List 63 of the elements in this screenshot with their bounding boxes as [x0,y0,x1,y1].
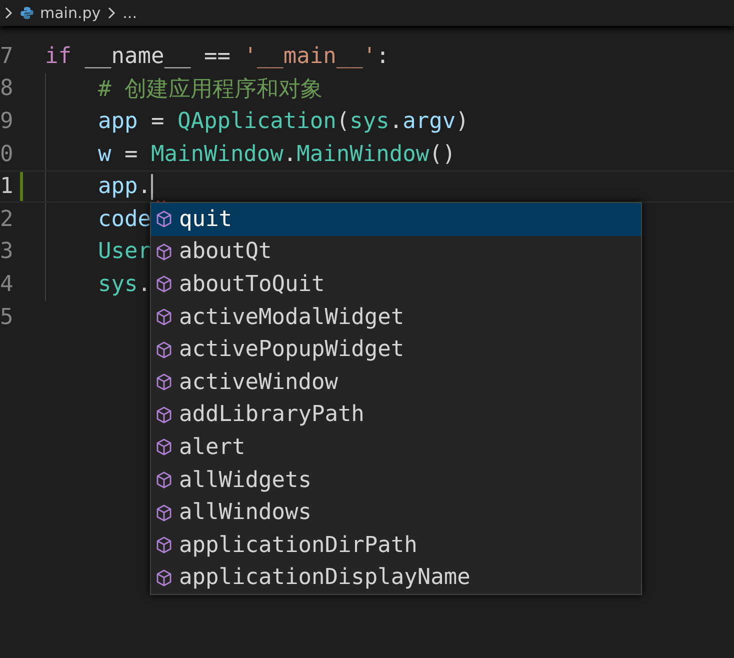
code-token: User [98,239,151,264]
python-icon [20,6,34,20]
chevron-icon[interactable] [4,6,14,20]
code-token: MainWindow [150,142,284,167]
line-number: 2 [0,206,14,232]
code-token: ) [456,108,469,134]
code-token: app [98,174,138,200]
suggestion-item[interactable]: applicationDisplayName [151,562,641,594]
suggestion-item[interactable]: alert [151,431,641,464]
suggestion-item[interactable]: aboutToQuit [151,268,641,301]
line-number: 5 [0,304,14,330]
code-token: : [376,44,390,69]
line-number: 4 [0,272,14,297]
breadcrumb-item[interactable]: main.py [40,4,101,22]
suggestion-item[interactable]: activeWindow [151,366,641,399]
code-token: () [429,142,456,167]
code-token: '__main__' [244,44,376,69]
code-token: . [138,174,151,200]
cube-icon [155,568,173,587]
code-token: MainWindow [296,142,430,167]
cube-icon [155,308,173,326]
line-number: 1 [0,174,14,200]
code-token: = [123,142,139,167]
code-token: = [150,108,166,134]
code-token: . [138,272,151,297]
code-token: __name__ == [84,44,232,69]
suggestion-item[interactable]: applicationDirPath [151,528,641,562]
cube-icon [155,471,173,490]
line-number: 9 [0,108,14,134]
code-token: app [98,108,138,134]
line-number: 8 [0,76,14,102]
line-number: 7 [0,44,14,69]
line-number: 0 [0,142,14,167]
code-token: argv [402,108,456,134]
code-token: . [283,142,297,167]
cube-icon [155,340,173,359]
suggestion-item[interactable]: quit [151,203,641,236]
cube-icon [155,504,173,522]
suggestion-item[interactable]: aboutQt [151,236,641,268]
suggestion-item[interactable]: addLibraryPath [151,398,641,432]
code-token: sys [350,108,390,134]
code-token: ( [336,108,350,134]
code-token: if [45,44,72,69]
cube-icon [155,275,173,294]
cube-icon [155,210,173,228]
code-token: QApplication [177,108,336,134]
suggestion-item[interactable]: allWindows [151,496,641,529]
suggestion-item[interactable]: activePopupWidget [151,333,641,366]
code-token: . [389,108,403,134]
chevron-icon [106,6,117,20]
code-token: sys [98,272,138,297]
cube-icon [155,536,173,554]
suggestion-item[interactable]: allWidgets [151,464,641,496]
line-number: 3 [0,239,14,264]
code-token: # 创建应用程序和对象 [98,76,322,104]
code-token: code [98,206,151,232]
cube-icon [155,406,173,424]
breadcrumb-item[interactable]: ... [122,4,137,22]
cube-icon [155,438,173,456]
cube-icon [155,242,173,261]
suggestion-item[interactable]: activeModalWidget [151,300,641,334]
cube-icon [155,373,173,392]
code-token: w [98,142,112,167]
